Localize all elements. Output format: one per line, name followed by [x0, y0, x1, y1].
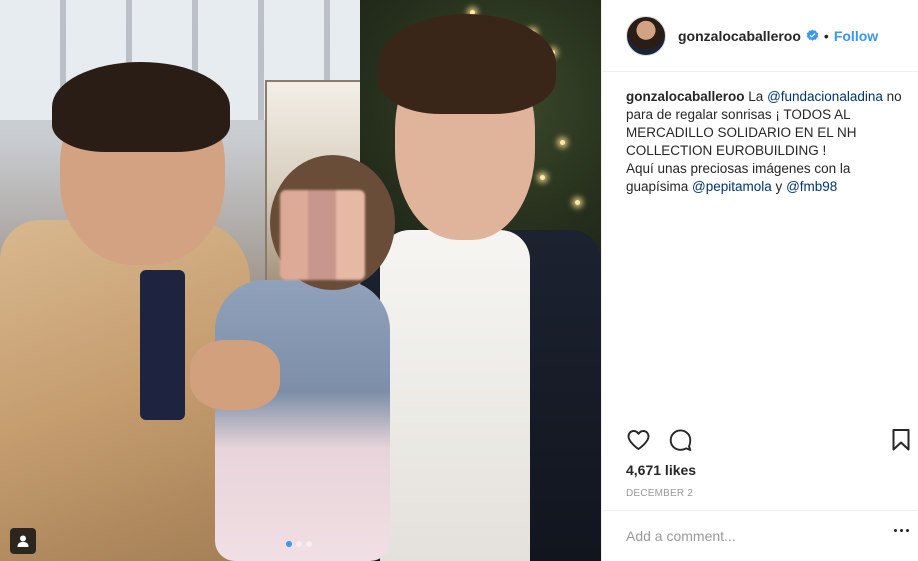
- bookmark-icon[interactable]: [891, 428, 911, 452]
- post-date: DECEMBER 2: [626, 488, 694, 499]
- post-photo[interactable]: [0, 0, 601, 561]
- child: [215, 280, 390, 561]
- more-options-icon[interactable]: [894, 529, 909, 532]
- separator-bullet: •: [823, 27, 829, 44]
- mention-link[interactable]: @fundacionaladina: [767, 89, 883, 104]
- carousel-dot: [286, 541, 292, 547]
- tagged-user-icon[interactable]: [10, 528, 36, 554]
- post-caption: gonzalocaballeroo La @fundacionaladina n…: [626, 88, 906, 196]
- post-header: gonzalocaballeroo • Follow: [602, 0, 918, 72]
- username-link[interactable]: gonzalocaballeroo: [678, 28, 801, 44]
- caption-username[interactable]: gonzalocaballeroo: [626, 89, 745, 104]
- blurred-face: [280, 190, 365, 280]
- header-text: gonzalocaballeroo • Follow: [678, 28, 878, 44]
- caption-text: y: [771, 179, 787, 194]
- mention-link[interactable]: @fmb98: [786, 179, 837, 194]
- carousel-dot: [306, 541, 312, 547]
- comment-bar: [602, 510, 918, 561]
- post-side-panel: gonzalocaballeroo • Follow gonzalocaball…: [601, 0, 918, 561]
- verified-badge-icon: [806, 29, 819, 41]
- heart-icon[interactable]: [626, 428, 651, 452]
- carousel-indicator: [286, 541, 312, 547]
- hand: [190, 340, 280, 410]
- person-right-hair: [378, 14, 556, 114]
- avatar[interactable]: [626, 15, 666, 56]
- caption-text: La: [744, 89, 768, 104]
- carousel-dot: [296, 541, 302, 547]
- comment-input[interactable]: [626, 528, 866, 544]
- comment-bubble-icon[interactable]: [668, 428, 693, 452]
- person-left-hair: [52, 62, 230, 152]
- mention-link[interactable]: @pepitamola: [692, 179, 772, 194]
- person-right-shirt: [380, 230, 530, 561]
- tie: [140, 270, 185, 420]
- follow-button[interactable]: Follow: [834, 28, 878, 44]
- likes-count[interactable]: 4,671 likes: [626, 462, 696, 478]
- post-actions: [626, 428, 914, 454]
